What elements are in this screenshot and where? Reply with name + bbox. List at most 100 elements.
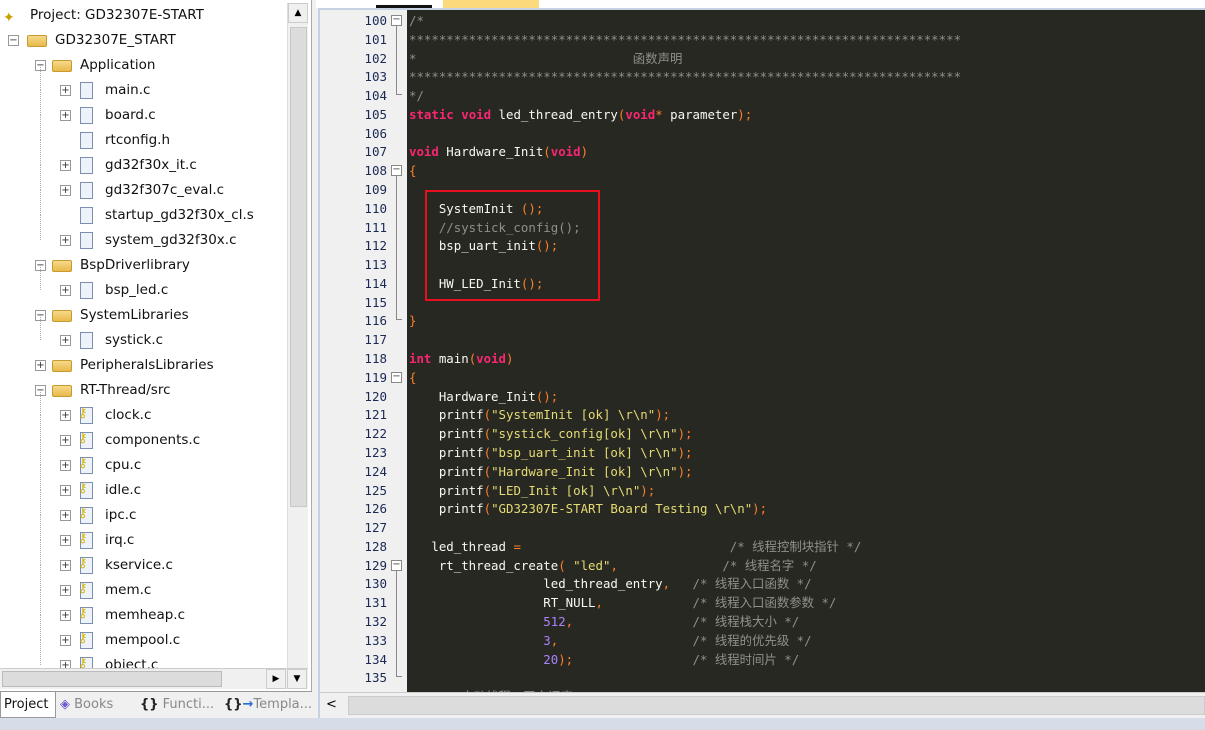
code-token: ); <box>677 444 693 460</box>
code-line[interactable]: } <box>409 311 416 330</box>
expand-icon[interactable]: + <box>60 160 71 171</box>
editor-tab[interactable] <box>376 0 432 8</box>
tree-item-label: idle.c <box>105 482 142 498</box>
code-line[interactable]: led_thread_entry, /* 线程入口函数 */ <box>409 574 811 593</box>
code-line[interactable]: /* <box>409 11 424 30</box>
code-token: /* <box>409 13 424 28</box>
highlight-box <box>425 190 600 301</box>
expand-icon[interactable]: + <box>60 110 71 121</box>
code-line[interactable]: 3, /* 线程的优先级 */ <box>409 631 811 650</box>
tree-horizontal-scrollbar[interactable]: ▶ ▼ <box>0 668 308 689</box>
expand-icon[interactable]: + <box>60 485 71 496</box>
code-token: static <box>409 106 454 122</box>
expand-icon[interactable]: + <box>60 335 71 346</box>
scroll-right-button[interactable]: ▶ <box>266 669 286 689</box>
key-icon: ⚷ <box>78 581 88 596</box>
expand-icon[interactable]: + <box>60 585 71 596</box>
code-line[interactable]: printf("systick_config[ok] \r\n"); <box>409 424 693 443</box>
tree-vertical-scrollbar[interactable]: ▲ <box>287 3 308 668</box>
expand-icon[interactable]: + <box>60 435 71 446</box>
key-icon: ⚷ <box>78 506 88 521</box>
expand-icon[interactable]: + <box>60 610 71 621</box>
code-line[interactable]: printf("bsp_uart_init [ok] \r\n"); <box>409 443 693 462</box>
tree-line <box>40 415 41 440</box>
code-line[interactable]: rt_thread_create( "led", /* 线程名字 */ <box>409 556 817 575</box>
code-line[interactable]: 20); /* 线程时间片 */ <box>409 650 799 669</box>
code-editor[interactable]: 100−101 102 103 104 105 106 107 108−109 110 111 11… <box>318 8 1205 718</box>
tree-item-label: Application <box>80 57 156 73</box>
tab-templates[interactable]: {}→Templa... <box>224 692 312 718</box>
code-area[interactable]: /* **************************************… <box>320 10 1205 692</box>
expand-icon[interactable]: + <box>35 360 46 371</box>
code-line[interactable]: RT_NULL, /* 线程入口函数参数 */ <box>409 593 836 612</box>
expand-icon[interactable]: + <box>60 285 71 296</box>
code-line[interactable]: 512, /* 线程栈大小 */ <box>409 612 799 631</box>
expand-icon[interactable]: + <box>60 510 71 521</box>
code-token: ); <box>640 482 656 498</box>
tree-item-label: bsp_led.c <box>105 282 169 298</box>
expand-icon[interactable]: + <box>60 660 71 668</box>
code-line[interactable]: ****************************************… <box>409 30 961 49</box>
code-token: "bsp_uart_init [ok] \r\n" <box>491 444 678 460</box>
status-strip <box>0 718 1205 730</box>
expand-icon[interactable]: + <box>60 85 71 96</box>
code-line[interactable]: * 函数声明 <box>409 49 682 68</box>
tree-item-label: object.c <box>105 657 159 668</box>
tree-line <box>40 565 41 590</box>
code-token: /* 线程名字 */ <box>722 557 817 573</box>
scrollbar-thumb[interactable] <box>2 671 222 687</box>
file-icon <box>80 282 93 299</box>
code-token: "GD32307E-START Board Testing \r\n" <box>491 501 753 517</box>
scrollbar-thumb[interactable] <box>290 27 307 507</box>
scroll-up-button[interactable]: ▲ <box>288 3 308 23</box>
code-line[interactable]: int main(void) <box>409 349 513 368</box>
code-token: ( <box>558 557 566 573</box>
code-token: ); <box>752 501 768 517</box>
scrollbar-thumb[interactable] <box>348 696 1205 715</box>
tree-line <box>40 440 41 465</box>
tab-project[interactable]: Project <box>0 692 56 718</box>
tree-line <box>40 115 41 140</box>
expand-icon[interactable]: + <box>60 410 71 421</box>
code-line[interactable]: { <box>409 161 416 180</box>
code-line[interactable]: printf("LED_Init [ok] \r\n"); <box>409 481 655 500</box>
expand-icon[interactable]: + <box>60 635 71 646</box>
expand-icon[interactable]: + <box>60 460 71 471</box>
expand-icon[interactable]: + <box>60 235 71 246</box>
tab-functions[interactable]: {} Functi... <box>140 692 220 718</box>
code-line[interactable]: { <box>409 368 416 387</box>
collapse-icon[interactable]: − <box>8 35 19 46</box>
code-line[interactable]: void Hardware_Init(void) <box>409 142 588 161</box>
expand-icon[interactable]: + <box>60 185 71 196</box>
project-icon: ✦ <box>3 10 15 26</box>
code-line[interactable]: printf("GD32307E-START Board Testing \r\… <box>409 499 767 518</box>
code-token: void <box>550 144 581 160</box>
tree-line <box>40 165 41 190</box>
scroll-left-button[interactable]: < <box>326 697 337 712</box>
expand-icon[interactable]: + <box>60 535 71 546</box>
editor-horizontal-scrollbar[interactable]: < <box>320 692 1205 718</box>
code-token: , <box>662 576 671 592</box>
code-line[interactable]: led_thread = /* 线程控制块指针 */ <box>409 537 861 556</box>
code-line[interactable]: printf("SystemInit [ok] \r\n"); <box>409 405 670 424</box>
code-line[interactable]: printf("Hardware_Init [ok] \r\n"); <box>409 462 693 481</box>
tab-books[interactable]: ◈ Books <box>60 692 132 718</box>
code-token: printf <box>409 426 484 442</box>
editor-tab-active[interactable] <box>443 0 539 8</box>
code-line[interactable]: */ <box>409 86 424 105</box>
tree-item-label: mem.c <box>105 582 152 598</box>
code-line[interactable]: ****************************************… <box>409 67 961 86</box>
tree-line <box>40 540 41 565</box>
tree-item-label: GD32307E_START <box>55 32 176 48</box>
code-token: * 函数声明 <box>409 50 683 66</box>
tree-item-label: systick.c <box>105 332 164 348</box>
code-line[interactable]: Hardware_Init(); <box>409 387 558 406</box>
tree-line <box>40 265 41 290</box>
expand-icon[interactable]: + <box>60 560 71 571</box>
code-line[interactable]: static void led_thread_entry(void* param… <box>409 105 752 124</box>
scroll-down-button[interactable]: ▼ <box>287 669 307 689</box>
